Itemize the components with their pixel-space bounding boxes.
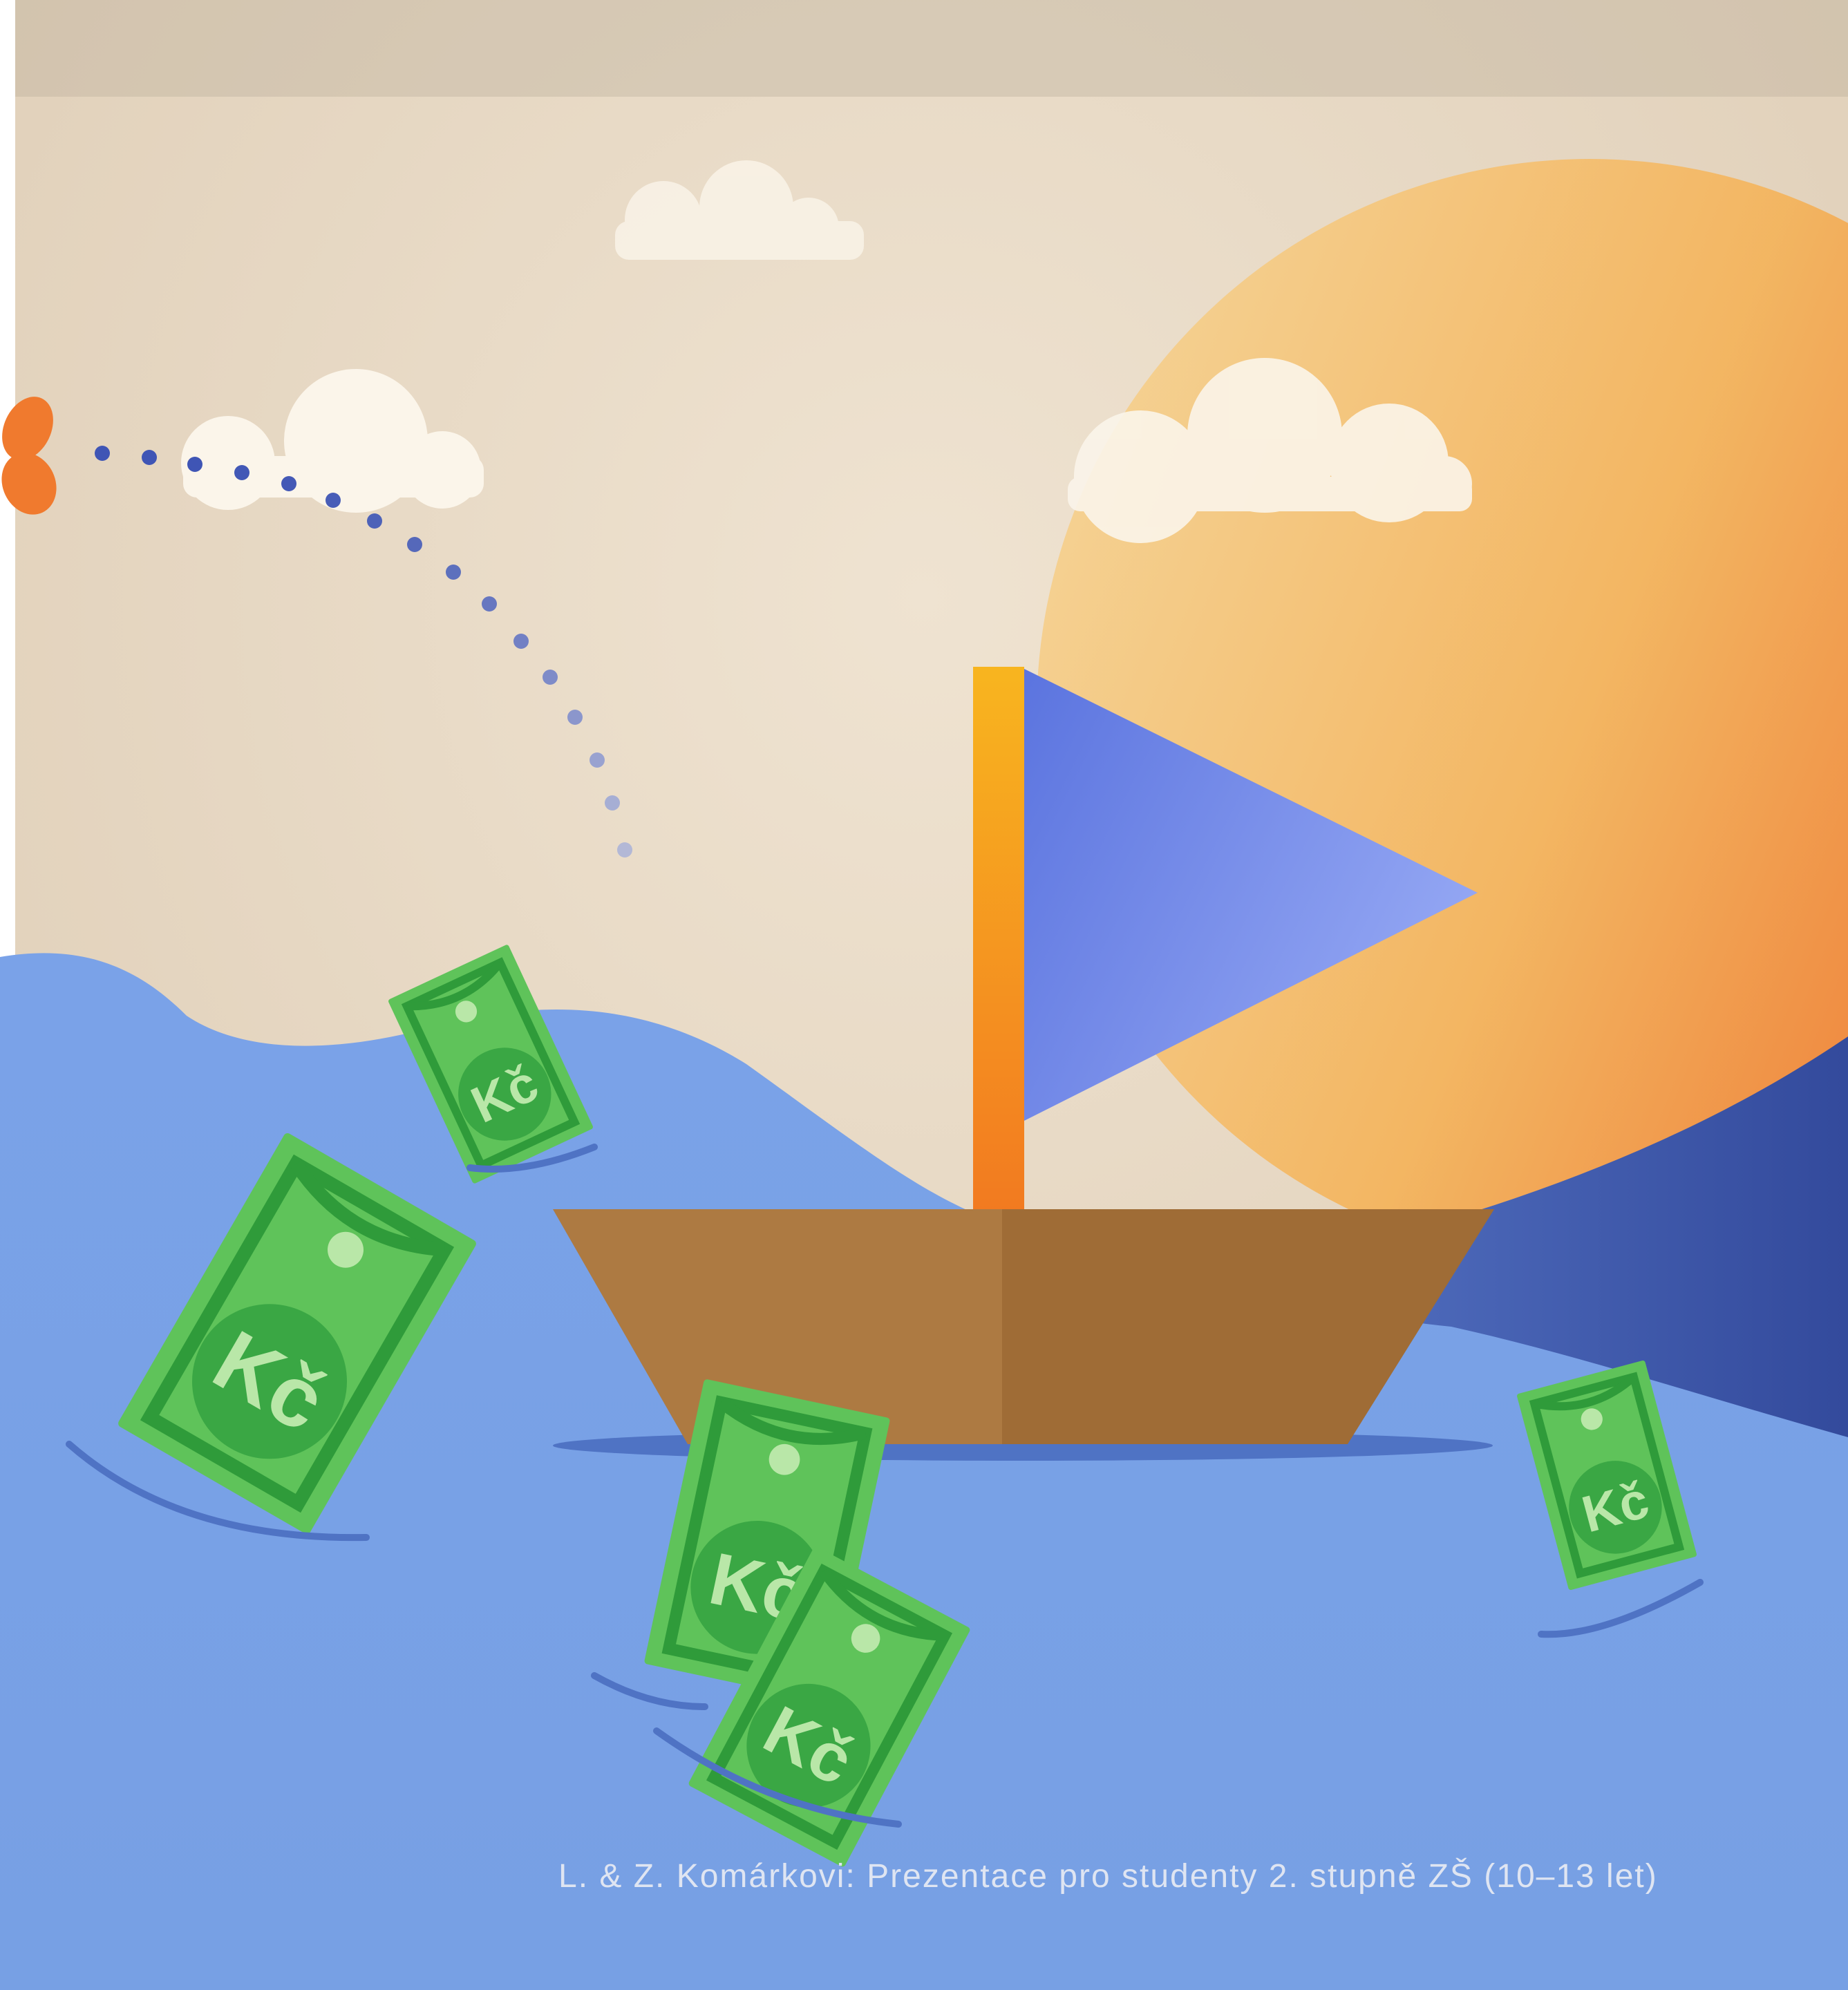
boat-hull — [553, 1209, 1494, 1461]
boat-scene: Kč — [0, 0, 1848, 1990]
caption-text: L. & Z. Komárkovi: Prezentace pro studen… — [558, 1858, 1658, 1895]
top-shadow — [0, 0, 1848, 97]
boat-mast — [973, 667, 1024, 1213]
illustration: Kč — [0, 0, 1848, 1990]
